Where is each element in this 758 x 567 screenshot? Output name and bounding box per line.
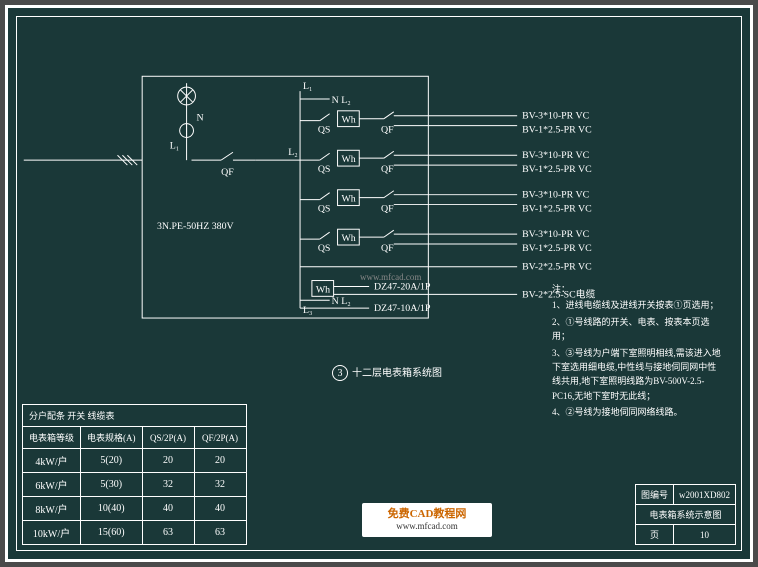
- spec-table: 分户配条 开关 线缆表 电表箱等级 电表规格(A) QS/2P(A) QF/2P…: [22, 404, 247, 545]
- label-NL2-b: N L₂: [332, 296, 351, 307]
- tb-v2: 10: [674, 525, 736, 545]
- caption-text: 十二层电表箱系统图: [352, 368, 442, 379]
- svg-text:Wh: Wh: [316, 284, 330, 295]
- caption-number: 3: [332, 365, 348, 381]
- label-L2: L₂: [288, 147, 297, 158]
- note-2: 2、①号线路的开关、电表、按表本页选用；: [552, 315, 722, 344]
- th-1: 电表箱等级: [23, 427, 81, 449]
- label-L1: L₁: [170, 140, 179, 151]
- branch-row-3: QS Wh QF BV-3*10-PR VC BV-1*2.5-PR VC: [300, 190, 592, 215]
- note-4: 4、②号线为接地伺同网络线路。: [552, 405, 722, 419]
- branch-row-5: BV-2*2.5-PR VC: [300, 262, 592, 273]
- watermark: www.mfcad.com: [360, 272, 421, 282]
- table-row: 4kW/户5(20)2020: [23, 449, 247, 473]
- svg-text:QF: QF: [381, 203, 394, 214]
- table-title: 分户配条 开关 线缆表: [23, 405, 247, 427]
- svg-text:BV-1*2.5-PR VC: BV-1*2.5-PR VC: [522, 243, 592, 254]
- svg-text:BV-3*10-PR VC: BV-3*10-PR VC: [522, 150, 590, 161]
- th-2: 电表规格(A): [81, 427, 143, 449]
- svg-text:BV-1*2.5-PR VC: BV-1*2.5-PR VC: [522, 203, 592, 214]
- drawing-canvas: L₁ N QF L₂ L₁ L₃ N L₂ N L₂ 3N.PE-50HZ 38…: [22, 22, 736, 545]
- tb-k2: 页: [635, 525, 673, 545]
- title-block: 图编号w2001XD802 电表箱系统示意图 页10: [635, 484, 736, 545]
- svg-text:Wh: Wh: [342, 154, 356, 165]
- svg-text:BV-3*10-PR VC: BV-3*10-PR VC: [522, 229, 590, 240]
- th-3: QS/2P(A): [142, 427, 194, 449]
- table-row: 6kW/户5(30)3232: [23, 473, 247, 497]
- svg-text:Wh: Wh: [342, 115, 356, 126]
- logo-url: www.mfcad.com: [396, 521, 457, 531]
- drawing-frame: L₁ N QF L₂ L₁ L₃ N L₂ N L₂ 3N.PE-50HZ 38…: [5, 5, 753, 562]
- note-1: 1、进线电缆线及进线开关按表①页选用；: [552, 298, 722, 312]
- branch-row-7: DZ47-10A/1P: [300, 303, 431, 314]
- branch-row-1: QS Wh QF BV-3*10-PR VC BV-1*2.5-PR VC: [300, 111, 592, 136]
- tb-k1: 图编号: [635, 485, 673, 505]
- site-logo: 免费CAD教程网 www.mfcad.com: [362, 503, 492, 537]
- svg-text:QS: QS: [318, 243, 331, 254]
- th-4: QF/2P(A): [194, 427, 246, 449]
- tb-v1: w2001XD802: [674, 485, 736, 505]
- svg-text:QS: QS: [318, 125, 331, 136]
- branch-row-2: QS Wh QF BV-3*10-PR VC BV-1*2.5-PR VC: [300, 150, 592, 175]
- svg-text:BV-1*2.5-PR VC: BV-1*2.5-PR VC: [522, 164, 592, 175]
- figure-caption: 3 十二层电表箱系统图: [332, 364, 442, 381]
- branch-row-4: QS Wh QF BV-3*10-PR VC BV-1*2.5-PR VC: [300, 229, 592, 254]
- svg-text:QS: QS: [318, 164, 331, 175]
- svg-text:Wh: Wh: [342, 194, 356, 205]
- svg-text:BV-1*2.5-PR VC: BV-1*2.5-PR VC: [522, 125, 592, 136]
- svg-text:QF: QF: [381, 164, 394, 175]
- table-row: 10kW/户15(60)6363: [23, 521, 247, 545]
- notes-title: 注：: [552, 282, 722, 296]
- label-NL2: N L₂: [332, 95, 351, 106]
- tb-name: 电表箱系统示意图: [635, 505, 735, 525]
- svg-text:BV-2*2.5-PR VC: BV-2*2.5-PR VC: [522, 262, 592, 273]
- svg-text:QS: QS: [318, 203, 331, 214]
- svg-text:QF: QF: [381, 243, 394, 254]
- svg-text:BV-3*10-PR VC: BV-3*10-PR VC: [522, 190, 590, 201]
- svg-text:Wh: Wh: [342, 233, 356, 244]
- logo-brand: 免费CAD教程网: [388, 508, 467, 520]
- table-row: 8kW/户10(40)4040: [23, 497, 247, 521]
- svg-text:DZ47-20A/1P: DZ47-20A/1P: [374, 281, 431, 292]
- note-3: 3、③号线为户端下室照明相线,需该进入地下室选用细电缆,中性线与接地伺同网中性线…: [552, 346, 722, 404]
- svg-text:DZ47-10A/1P: DZ47-10A/1P: [374, 303, 431, 314]
- label-qf-main: QF: [221, 167, 234, 178]
- notes-block: 注： 1、进线电缆线及进线开关按表①页选用； 2、①号线路的开关、电表、按表本页…: [552, 282, 722, 422]
- label-L1-top: L₁: [303, 81, 312, 92]
- svg-text:QF: QF: [381, 125, 394, 136]
- system-spec: 3N.PE-50HZ 380V: [157, 221, 235, 232]
- svg-text:BV-3*10-PR VC: BV-3*10-PR VC: [522, 111, 590, 122]
- label-L3: L₃: [303, 305, 312, 316]
- label-N: N: [196, 113, 203, 124]
